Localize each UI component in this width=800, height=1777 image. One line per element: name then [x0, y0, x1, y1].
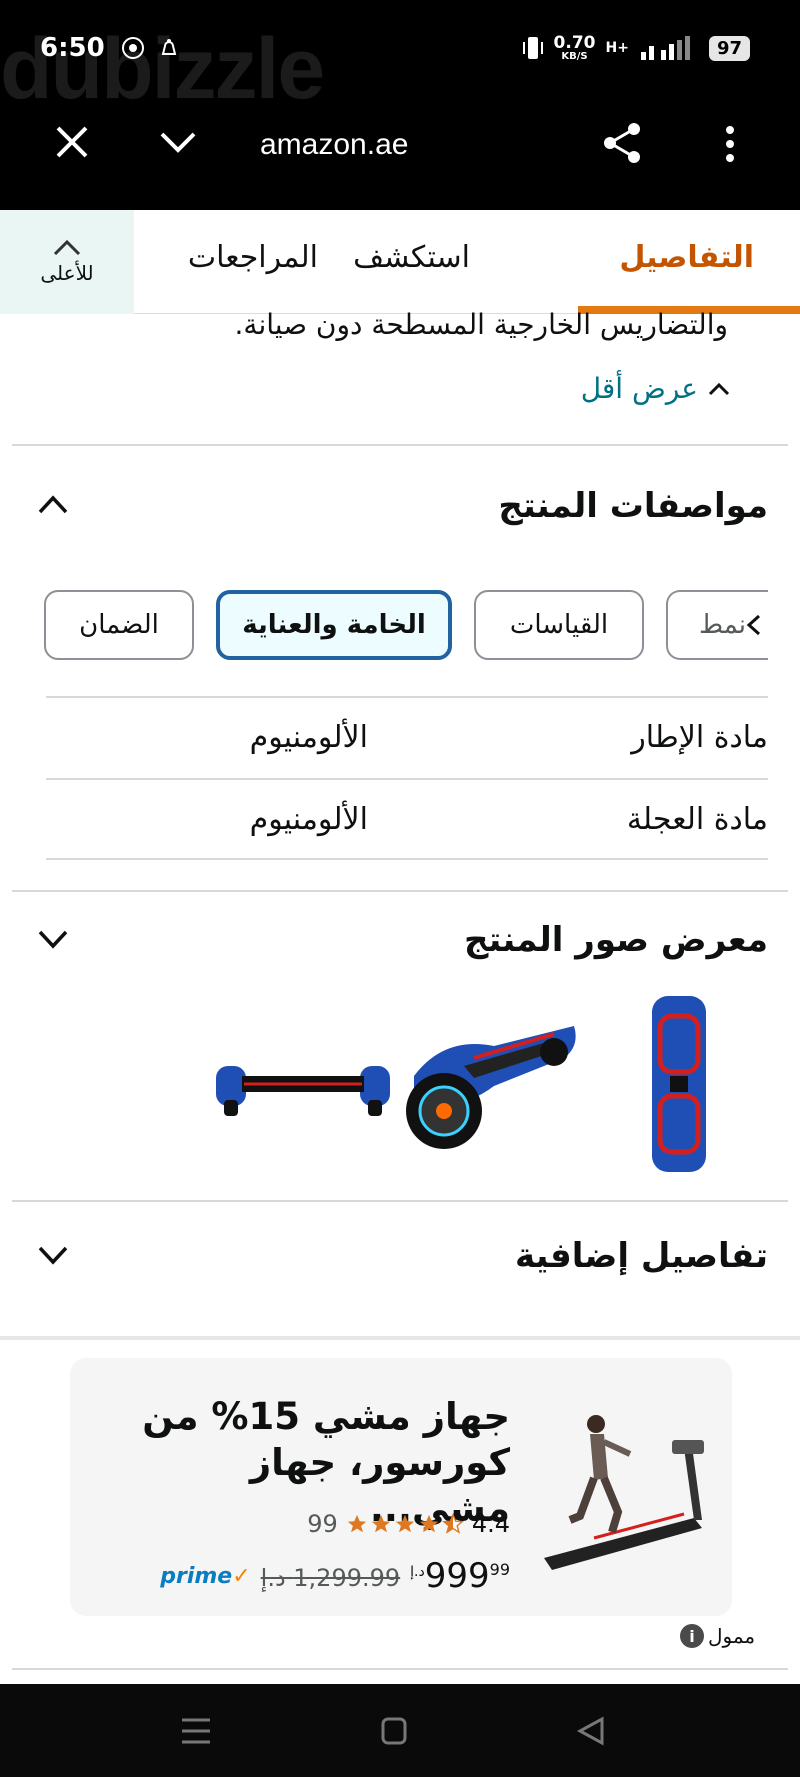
chip-dimensions[interactable]: القياسات: [474, 590, 644, 660]
tab-explore[interactable]: استكشف: [353, 240, 470, 275]
star-rating: [346, 1513, 464, 1535]
divider: [12, 444, 788, 446]
signal-icon: [640, 36, 690, 60]
more-menu-icon[interactable]: [718, 124, 742, 164]
divider: [12, 890, 788, 892]
prime-check-icon: ✓: [232, 1564, 251, 1589]
net-speed: 0.70 KB/S: [553, 32, 596, 62]
tab-reviews[interactable]: المراجعات: [188, 240, 318, 275]
vibrate-icon: [522, 37, 543, 59]
browser-header: dubizzle 6:50 0.70 KB/S H+ 97 amazon.ae: [0, 0, 800, 210]
current-price: د.إ 999 99: [410, 1556, 510, 1596]
star-icon: [347, 1514, 366, 1533]
spec-row: مادة العجلة الألومنيوم: [46, 778, 768, 860]
star-icon: [419, 1514, 438, 1533]
star-icon: [395, 1514, 414, 1533]
product-image-angle-view[interactable]: [404, 1006, 582, 1156]
back-icon[interactable]: [572, 1714, 612, 1748]
review-count: 99: [307, 1510, 338, 1538]
spec-label: مادة الإطار: [631, 720, 768, 755]
chevron-down-icon[interactable]: [158, 124, 198, 160]
specs-chip-group: نمط القياسات الخامة والعناية الضمان: [44, 590, 768, 660]
divider: [12, 1200, 788, 1202]
recent-apps-icon[interactable]: [176, 1714, 216, 1748]
info-icon: i: [680, 1624, 704, 1648]
rating-value: 4.4: [471, 1510, 510, 1538]
chip-warranty[interactable]: الضمان: [44, 590, 194, 660]
network-type: H+: [605, 40, 629, 56]
prime-badge: ✓prime: [160, 1564, 251, 1589]
treadmill-image: [544, 1415, 704, 1570]
url-text[interactable]: amazon.ae: [260, 128, 408, 162]
clock: 6:50: [40, 33, 105, 63]
gallery-title: معرض صور المنتج: [463, 920, 768, 960]
close-icon[interactable]: [52, 122, 92, 162]
details-tabs: التفاصيل استكشف المراجعات للأعلى: [0, 210, 800, 314]
system-nav-bar: [0, 1684, 800, 1777]
star-icon: [371, 1514, 390, 1533]
spec-label: مادة العجلة: [626, 802, 768, 837]
url-bar: amazon.ae: [0, 110, 800, 185]
chevron-up-icon: [708, 382, 730, 395]
product-gallery: [0, 994, 800, 1194]
product-image-top-view[interactable]: [646, 994, 712, 1174]
chevron-down-icon[interactable]: [36, 928, 70, 952]
chevron-left-icon: [746, 614, 761, 636]
show-less-link[interactable]: عرض أقل: [581, 372, 730, 405]
additional-details-title: تفاصيل إضافية: [515, 1236, 768, 1276]
back-to-top-label: للأعلى: [40, 261, 94, 285]
ad-rating: 4.4 99: [307, 1510, 510, 1538]
description-text: والتضاريس الخارجية المسطحة دون صيانة.: [234, 308, 728, 341]
home-icon[interactable]: [374, 1714, 414, 1748]
section-separator: [0, 1336, 800, 1340]
original-price: 1,299.99 د.إ: [260, 1564, 401, 1592]
spec-row: مادة الإطار الألومنيوم: [46, 696, 768, 778]
chip-style[interactable]: نمط: [666, 590, 768, 660]
specs-title: مواصفات المنتج: [498, 486, 768, 526]
chip-material-care[interactable]: الخامة والعناية: [216, 590, 452, 660]
back-to-top-button[interactable]: للأعلى: [0, 210, 134, 314]
spec-value: الألومنيوم: [249, 802, 368, 837]
status-bar: 6:50 0.70 KB/S H+ 97: [40, 28, 750, 68]
chevron-down-icon[interactable]: [36, 1244, 70, 1268]
show-less-label: عرض أقل: [580, 372, 698, 405]
chip-label: نمط: [699, 610, 746, 640]
sponsored-label[interactable]: ممول i: [680, 1624, 755, 1648]
alarm-icon: [161, 39, 176, 55]
sponsored-text: ممول: [708, 1624, 756, 1648]
chevron-up-icon[interactable]: [36, 492, 70, 516]
ad-price-row: د.إ 999 99 1,299.99 د.إ ✓prime: [160, 1556, 510, 1596]
spec-value: الألومنيوم: [249, 720, 368, 755]
battery-level: 97: [708, 35, 750, 61]
divider: [12, 1668, 788, 1670]
chevron-up-icon: [53, 239, 81, 256]
notification-icon: [121, 37, 144, 59]
star-half-icon: [441, 1513, 464, 1534]
tab-details[interactable]: التفاصيل: [619, 240, 754, 275]
share-icon[interactable]: [600, 120, 646, 166]
product-image-side-view[interactable]: [214, 1054, 392, 1118]
sponsored-product-card[interactable]: جهاز مشي 15% من كورسور، جهاز مشي... 4.4 …: [70, 1358, 732, 1616]
